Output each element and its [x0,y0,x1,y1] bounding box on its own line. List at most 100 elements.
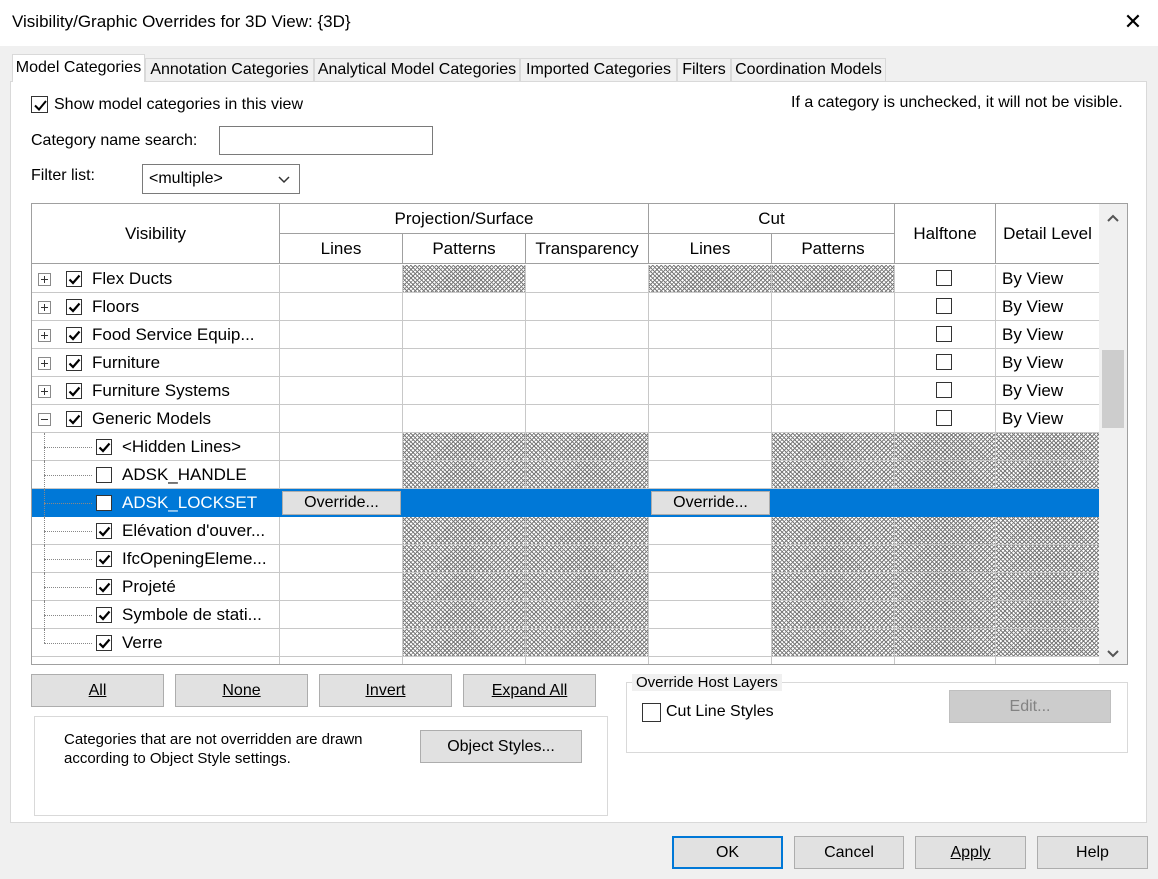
cut-patterns-cell[interactable] [772,293,895,321]
visibility-cell[interactable]: Elévation d'ouver... [32,517,280,545]
table-row[interactable]: Food Service Equip... By View [32,321,1100,349]
halftone-cell[interactable] [895,573,996,601]
cut-patterns-cell[interactable] [772,349,895,377]
patterns-cell[interactable] [403,461,526,489]
transparency-cell[interactable] [526,293,649,321]
lines-cell[interactable] [280,461,403,489]
expand-icon[interactable] [38,329,51,342]
transparency-cell[interactable] [526,489,649,517]
category-visibility-checkbox[interactable] [96,607,112,623]
transparency-cell[interactable] [526,405,649,433]
halftone-cell[interactable] [895,265,996,293]
cut-lines-cell[interactable] [649,377,772,405]
patterns-cell[interactable] [403,573,526,601]
ok-button[interactable]: OK [672,836,783,869]
lines-cell[interactable] [280,349,403,377]
transparency-cell[interactable] [526,545,649,573]
header-proj-lines[interactable]: Lines [280,234,403,264]
header-visibility[interactable]: Visibility [32,204,280,264]
transparency-cell[interactable] [526,349,649,377]
table-row[interactable]: Symbole de stati... [32,601,1100,629]
cut-line-styles-checkbox[interactable] [642,703,661,722]
transparency-cell[interactable] [526,265,649,293]
cut-lines-cell[interactable] [649,517,772,545]
detail-cell[interactable] [996,461,1100,489]
visibility-cell[interactable]: Floors [32,293,280,321]
none-button[interactable]: None [175,674,308,707]
detail-cell[interactable] [996,545,1100,573]
halftone-checkbox[interactable] [936,326,952,342]
cut-patterns-cell[interactable] [772,405,895,433]
visibility-cell[interactable]: Furniture [32,349,280,377]
lines-cell[interactable] [280,405,403,433]
cut-patterns-cell[interactable] [772,629,895,657]
cut-lines-cell[interactable] [649,293,772,321]
close-button[interactable]: ✕ [1118,6,1148,38]
lines-cell[interactable] [280,293,403,321]
patterns-cell[interactable] [403,377,526,405]
halftone-cell[interactable] [895,349,996,377]
grid-cell[interactable] [403,657,526,664]
grid-cell[interactable] [526,657,649,664]
header-detail-level[interactable]: Detail Level [996,204,1100,264]
cut-patterns-cell[interactable] [772,601,895,629]
transparency-cell[interactable] [526,461,649,489]
category-visibility-checkbox[interactable] [66,383,82,399]
halftone-cell[interactable] [895,405,996,433]
patterns-cell[interactable] [403,601,526,629]
cut-lines-cell[interactable]: Override... [649,489,772,517]
help-button[interactable]: Help [1037,836,1148,869]
grid-cell[interactable] [772,657,895,664]
table-row[interactable]: Generic Models By View [32,405,1100,433]
halftone-cell[interactable] [895,321,996,349]
cut-lines-cell[interactable] [649,265,772,293]
visibility-cell[interactable]: Furniture Systems [32,377,280,405]
category-visibility-checkbox[interactable] [96,467,112,483]
cut-patterns-cell[interactable] [772,545,895,573]
table-row[interactable]: IfcOpeningEleme... [32,545,1100,573]
detail-cell[interactable] [996,433,1100,461]
lines-cell[interactable] [280,517,403,545]
patterns-cell[interactable] [403,405,526,433]
category-visibility-checkbox[interactable] [96,495,112,511]
cut-lines-cell[interactable] [649,349,772,377]
category-grid[interactable]: Visibility Projection/Surface Cut Halfto… [31,203,1128,665]
cut-patterns-cell[interactable] [772,573,895,601]
table-row[interactable]: Elévation d'ouver... [32,517,1100,545]
header-halftone[interactable]: Halftone [895,204,996,264]
transparency-cell[interactable] [526,433,649,461]
tab-coordination-models[interactable]: Coordination Models [731,58,886,82]
category-visibility-checkbox[interactable] [66,271,82,287]
cut-lines-cell[interactable] [649,461,772,489]
cut-patterns-cell[interactable] [772,321,895,349]
table-row[interactable]: Furniture By View [32,349,1100,377]
visibility-cell[interactable]: Verre [32,629,280,657]
transparency-cell[interactable] [526,601,649,629]
transparency-cell[interactable] [526,573,649,601]
expand-icon[interactable] [38,357,51,370]
show-categories-checkbox[interactable] [31,96,48,113]
expand-icon[interactable] [38,301,51,314]
category-search-input[interactable] [219,126,433,155]
halftone-cell[interactable] [895,629,996,657]
all-button[interactable]: All [31,674,164,707]
invert-button[interactable]: Invert [319,674,452,707]
projection-lines-override-button[interactable]: Override... [282,491,401,515]
detail-cell[interactable]: By View [996,321,1100,349]
cut-patterns-cell[interactable] [772,265,895,293]
lines-cell[interactable] [280,265,403,293]
patterns-cell[interactable] [403,629,526,657]
header-proj-patterns[interactable]: Patterns [403,234,526,264]
collapse-icon[interactable] [38,413,51,426]
lines-cell[interactable] [280,601,403,629]
category-visibility-checkbox[interactable] [66,411,82,427]
scrollbar-thumb[interactable] [1102,350,1124,428]
visibility-cell[interactable]: <Hidden Lines> [32,433,280,461]
category-visibility-checkbox[interactable] [96,551,112,567]
grid-scrollbar[interactable] [1099,204,1127,664]
halftone-checkbox[interactable] [936,382,952,398]
grid-cell[interactable] [895,657,996,664]
cut-lines-cell[interactable] [649,545,772,573]
tab-analytical-model-categories[interactable]: Analytical Model Categories [314,58,520,82]
scroll-up-button[interactable] [1103,208,1123,228]
